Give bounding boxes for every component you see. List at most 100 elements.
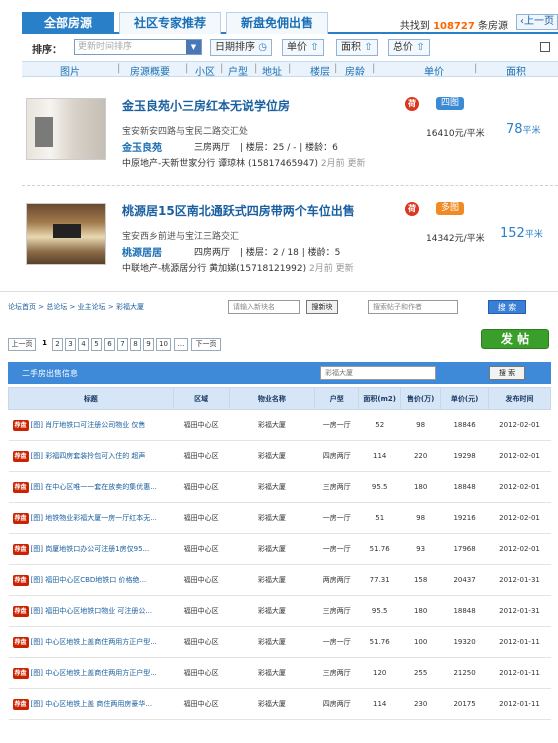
- table-row[interactable]: 荐盘 [图] 福田中心区CBD地铁口 价格绝... 福田中心区 彩福大厦 两房两厅 77.…: [8, 564, 551, 596]
- cell-date: 2012-02-01: [488, 440, 551, 472]
- select-checkbox[interactable]: [540, 42, 550, 52]
- listing-title[interactable]: 金玉良苑小三房红本无说学位房: [122, 97, 290, 114]
- area-sort-button[interactable]: 面积 ⇧: [336, 39, 378, 56]
- listing-community[interactable]: 桃源居居: [122, 244, 162, 259]
- th-date: 发布时间: [488, 387, 551, 410]
- pager-page-6[interactable]: 6: [104, 338, 115, 351]
- sort-select[interactable]: 更新时间排序 ▼: [74, 39, 202, 55]
- row-title[interactable]: [图] 福田中心区地铁口物业 可注册公...: [31, 607, 153, 615]
- listing-photo[interactable]: [26, 98, 106, 160]
- pager-page-5[interactable]: 5: [91, 338, 102, 351]
- table-row[interactable]: 荐盘 [图] 福田中心区地铁口物业 可注册公... 福田中心区 彩福大厦 三房两厅 95.…: [8, 595, 551, 627]
- prev-page-button[interactable]: ‹上一页: [516, 14, 558, 30]
- search-block-button[interactable]: 搜新块: [306, 300, 338, 314]
- cell-area: 51.76: [358, 533, 401, 565]
- row-title-cell[interactable]: 荐盘 [图] 在中心区唯一一套在放卖的集优惠...: [8, 471, 174, 503]
- row-title[interactable]: [图] 中心区地铁上盖商住两用方正户型...: [31, 638, 157, 646]
- featured-tag: 荐盘: [12, 419, 29, 431]
- row-title[interactable]: [图] 肖厅地铁口可注册公司物业 仅售: [31, 421, 146, 429]
- th-region: 区域: [172, 387, 230, 410]
- tab-all-listings[interactable]: 全部房源: [22, 12, 114, 34]
- pager-page-8[interactable]: 8: [130, 338, 141, 351]
- row-title[interactable]: [图] 中心区地铁上盖 商住两用房豪华...: [31, 700, 153, 708]
- new-block-input[interactable]: 请输入新块名: [228, 300, 300, 314]
- cell-area: 114: [358, 440, 401, 472]
- row-title-cell[interactable]: 荐盘 [图] 中心区地铁上盖商住两用方正户型...: [8, 657, 174, 689]
- unit-price-sort-button[interactable]: 单价 ⇧: [282, 39, 324, 56]
- row-title-cell[interactable]: 荐盘 [图] 福田中心区地铁口物业 可注册公...: [8, 595, 174, 627]
- row-title-cell[interactable]: 荐盘 [图] 岗厦地铁口办公可注册1房仅95...: [8, 533, 174, 565]
- clock-icon: ◷: [258, 42, 267, 53]
- date-sort-button[interactable]: 日期排序 ◷: [210, 39, 272, 56]
- pager-ellipsis[interactable]: ...: [174, 338, 188, 351]
- row-title-cell[interactable]: 荐盘 [图] 地铁物业彩福大厦一房一厅红本无...: [8, 502, 174, 534]
- cell-unit: 19216: [440, 502, 489, 534]
- listing-photo[interactable]: [26, 203, 106, 265]
- sort-up-icon: ⇧: [310, 42, 319, 53]
- table-row[interactable]: 荐盘 [图] 肖厅地铁口可注册公司物业 仅售 福田中心区 彩福大厦 一房一厅 52 98 18…: [8, 409, 551, 441]
- row-title[interactable]: [图] 中心区地铁上盖商住两用方正户型...: [31, 669, 157, 677]
- table-row[interactable]: 荐盘 [图] 中心区地铁上盖 商住两用房豪华... 福田中心区 彩福大厦 四房两厅 114…: [8, 688, 551, 720]
- col-community: 小区: [195, 67, 215, 78]
- photo-count-badge[interactable]: 四图: [436, 97, 465, 110]
- cell-region: 福田中心区: [173, 657, 230, 689]
- row-title[interactable]: [图] 在中心区唯一一套在放卖的集优惠...: [31, 483, 157, 491]
- cell-unit: 17968: [440, 533, 489, 565]
- listing-item[interactable]: 桃源居15区南北通跃式四房带两个车位出售 荷 多图 宝安西乡前进与宝江三路交汇 …: [22, 197, 558, 277]
- cell-price: 93: [400, 533, 441, 565]
- row-title[interactable]: [图] 彩福四房套装拎包可入住的 超声: [31, 452, 146, 460]
- th-area: 面积(m2): [358, 387, 402, 410]
- listing-community[interactable]: 金玉良苑: [122, 139, 162, 154]
- table-row[interactable]: 荐盘 [图] 在中心区唯一一套在放卖的集优惠... 福田中心区 彩福大厦 三房两厅 95.…: [8, 471, 551, 503]
- row-title-cell[interactable]: 荐盘 [图] 中心区地铁上盖 商住两用房豪华...: [8, 688, 174, 720]
- pager-page-10[interactable]: 10: [156, 338, 171, 351]
- cell-price: 180: [400, 471, 441, 503]
- table-row[interactable]: 荐盘 [图] 中心区地铁上盖商住两用方正户型... 福田中心区 彩福大厦 一房一厅 51.…: [8, 626, 551, 658]
- cell-region: 福田中心区: [173, 440, 230, 472]
- breadcrumb[interactable]: 论坛首页 > 总论坛 > 业主论坛 > 彩福大厦: [8, 302, 144, 312]
- pager-page-9[interactable]: 9: [143, 338, 154, 351]
- pager-page-4[interactable]: 4: [78, 338, 89, 351]
- photo-count-badge[interactable]: 多图: [436, 202, 465, 215]
- cell-layout: 三房两厅: [314, 657, 359, 689]
- col-summary: 房源概要: [130, 67, 170, 78]
- tab-community-expert[interactable]: 社区专家推荐: [119, 12, 221, 34]
- pager-next[interactable]: 下一页: [191, 338, 221, 351]
- pager-prev[interactable]: 上一页: [8, 338, 36, 351]
- table-row[interactable]: 荐盘 [图] 地铁物业彩福大厦一房一厅红本无... 福田中心区 彩福大厦 一房一厅 51 9…: [8, 502, 551, 534]
- row-title[interactable]: [图] 岗厦地铁口办公可注册1房仅95...: [31, 545, 150, 553]
- cell-layout: 一房一厅: [314, 533, 359, 565]
- pager-page-7[interactable]: 7: [117, 338, 128, 351]
- pager-page-3[interactable]: 3: [65, 338, 76, 351]
- panel-search-input[interactable]: 彩福大厦: [320, 366, 436, 380]
- cell-date: 2012-02-01: [488, 409, 551, 441]
- search-button[interactable]: 搜 索: [488, 300, 526, 314]
- col-address: 地址: [262, 67, 282, 78]
- listing-item[interactable]: 金玉良苑小三房红本无说学位房 荷 四图 宝安新安四路与宝民二路交汇处 16410…: [22, 92, 558, 172]
- col-floor: 楼层: [310, 67, 330, 78]
- cell-region: 福田中心区: [173, 502, 230, 534]
- total-price-sort-button[interactable]: 总价 ⇧: [388, 39, 430, 56]
- th-title: 标题: [8, 387, 174, 410]
- row-title-cell[interactable]: 荐盘 [图] 肖厅地铁口可注册公司物业 仅售: [8, 409, 174, 441]
- row-title[interactable]: [图] 地铁物业彩福大厦一房一厅红本无...: [31, 514, 157, 522]
- cell-date: 2012-02-01: [488, 533, 551, 565]
- listing-title[interactable]: 桃源居15区南北通跃式四房带两个车位出售: [122, 202, 355, 219]
- pager-page-2[interactable]: 2: [52, 338, 63, 351]
- th-property: 物业名称: [228, 387, 316, 410]
- table-row[interactable]: 荐盘 [图] 中心区地铁上盖商住两用方正户型... 福田中心区 彩福大厦 三房两厅 120…: [8, 657, 551, 689]
- row-title-cell[interactable]: 荐盘 [图] 中心区地铁上盖商住两用方正户型...: [8, 626, 174, 658]
- search-post-input[interactable]: 搜索帖子和作者: [368, 300, 458, 314]
- row-title-cell[interactable]: 荐盘 [图] 福田中心区CBD地铁口 价格绝...: [8, 564, 174, 596]
- cell-area: 52: [358, 409, 401, 441]
- post-button[interactable]: 发 帖: [481, 329, 549, 349]
- pager-page-1[interactable]: 1: [39, 338, 50, 351]
- table-row[interactable]: 荐盘 [图] 岗厦地铁口办公可注册1房仅95... 福田中心区 彩福大厦 一房一厅 51.…: [8, 533, 551, 565]
- row-title[interactable]: [图] 福田中心区CBD地铁口 价格绝...: [31, 576, 147, 584]
- table-row[interactable]: 荐盘 [图] 彩福四房套装拎包可入住的 超声 福田中心区 彩福大厦 四房两厅 114 220…: [8, 440, 551, 472]
- listing-area: 152平米: [500, 226, 543, 241]
- tab-new-no-commission[interactable]: 新盘免佣出售: [226, 12, 328, 34]
- row-title-cell[interactable]: 荐盘 [图] 彩福四房套装拎包可入住的 超声: [8, 440, 174, 472]
- listing-agent: 中原地产-天新世家分行 谭琼林 (15817465947) 2月前 更新: [122, 159, 366, 169]
- panel-search-button[interactable]: 搜 索: [489, 366, 525, 380]
